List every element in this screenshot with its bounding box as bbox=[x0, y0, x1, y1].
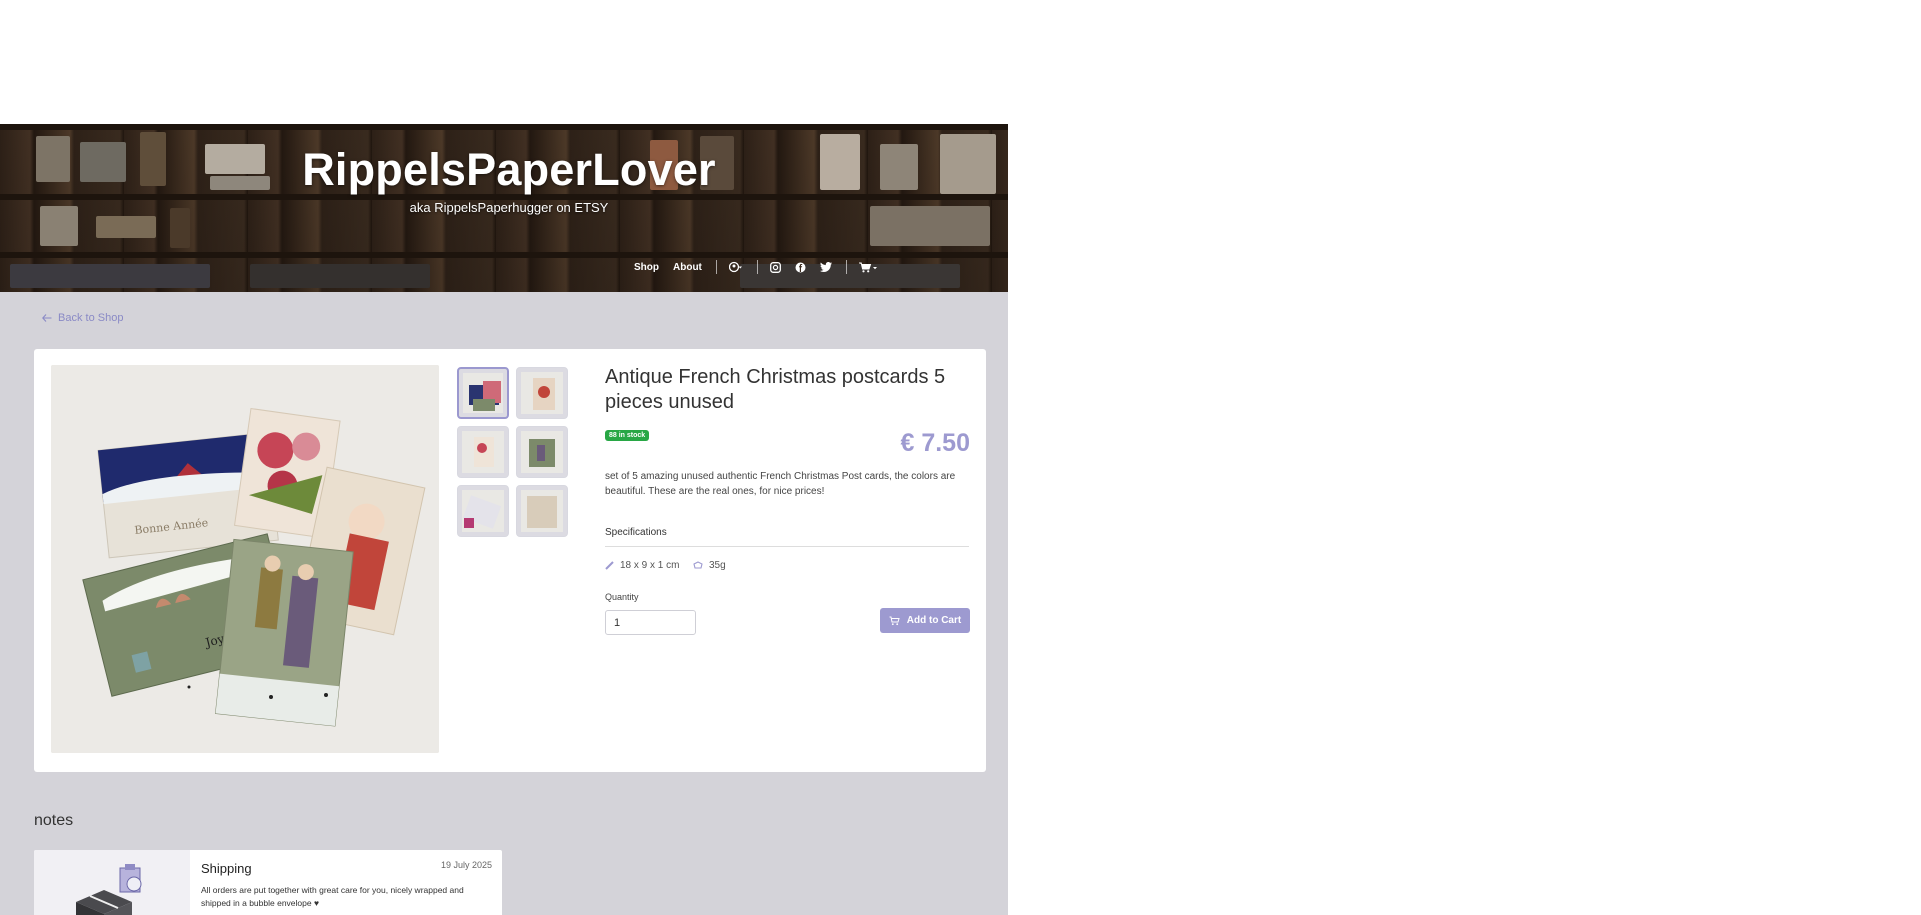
instagram-icon bbox=[769, 261, 781, 273]
quantity-label: Quantity bbox=[605, 592, 639, 602]
product-thumbnail-2[interactable] bbox=[516, 367, 568, 419]
quantity-input[interactable] bbox=[605, 610, 696, 635]
dimensions-value: 18 x 9 x 1 cm bbox=[620, 560, 680, 571]
product-thumbnail-4[interactable] bbox=[516, 426, 568, 478]
shopping-cart-icon bbox=[858, 262, 877, 272]
product-description: set of 5 amazing unused authentic French… bbox=[605, 471, 956, 497]
stock-badge: 88 in stock bbox=[605, 430, 650, 441]
shop-subtitle: aka RippelsPaperhugger on ETSY bbox=[409, 200, 609, 215]
note-date: 19 July 2025 bbox=[440, 860, 492, 870]
weight-icon bbox=[693, 561, 703, 569]
note-card[interactable]: Shipping 19 July 2025 All orders are put… bbox=[34, 850, 502, 915]
product-card: Bonne Année Antique French Christmas pos… bbox=[34, 349, 986, 772]
account-dropdown[interactable] bbox=[728, 261, 743, 273]
product-main-image[interactable]: Bonne Année bbox=[51, 365, 439, 753]
product-thumbnail-1[interactable] bbox=[457, 367, 509, 419]
page: RippelsPaperLover aka RippelsPaperhugger… bbox=[0, 0, 1921, 915]
product-thumbnail-3[interactable] bbox=[457, 426, 509, 478]
product-title: Antique French Christmas postcards 5 pie… bbox=[605, 366, 946, 413]
back-to-shop-label: Back to Shop bbox=[58, 312, 124, 324]
ruler-icon bbox=[605, 561, 614, 570]
spec-weight: 35g bbox=[693, 560, 726, 571]
shipping-illustration bbox=[34, 850, 190, 915]
product-price: € 7.50 bbox=[900, 429, 970, 457]
note-body: All orders are put together with great c… bbox=[201, 885, 464, 908]
cart-icon bbox=[889, 616, 900, 625]
weight-value: 35g bbox=[709, 560, 726, 571]
add-to-cart-button[interactable]: Add to Cart bbox=[880, 608, 970, 633]
product-thumbnail-5[interactable] bbox=[457, 485, 509, 537]
specifications-heading: Specifications bbox=[605, 527, 667, 538]
nav-divider bbox=[756, 260, 758, 274]
postcards-photo: Bonne Année bbox=[51, 365, 439, 753]
spec-dimensions: 18 x 9 x 1 cm bbox=[605, 560, 679, 571]
twitter-link[interactable] bbox=[819, 262, 832, 272]
specifications-divider bbox=[605, 546, 969, 547]
back-to-shop-link[interactable]: Back to Shop bbox=[42, 312, 123, 324]
twitter-icon bbox=[819, 262, 832, 272]
package-icon bbox=[76, 864, 142, 915]
nav-divider bbox=[715, 260, 717, 274]
facebook-icon bbox=[795, 262, 806, 272]
notes-heading: notes bbox=[34, 812, 74, 829]
add-to-cart-label: Add to Cart bbox=[906, 615, 962, 626]
instagram-link[interactable] bbox=[769, 261, 781, 273]
nav-divider bbox=[845, 260, 847, 274]
cart-dropdown[interactable] bbox=[858, 262, 878, 273]
shop-title: RippelsPaperLover bbox=[302, 144, 716, 195]
nav-about-link[interactable]: About bbox=[673, 262, 702, 273]
facebook-link[interactable] bbox=[795, 262, 806, 273]
user-circle-icon bbox=[728, 261, 742, 273]
arrow-left-icon bbox=[42, 314, 52, 322]
main-nav: Shop About bbox=[634, 259, 892, 275]
main-content: Back to Shop Bonne Année Antique French … bbox=[0, 292, 1008, 915]
shop-header-banner: RippelsPaperLover aka RippelsPaperhugger… bbox=[0, 124, 1008, 292]
note-title: Shipping bbox=[201, 861, 252, 876]
nav-shop-link[interactable]: Shop bbox=[634, 262, 659, 273]
product-thumbnail-6[interactable] bbox=[516, 485, 568, 537]
